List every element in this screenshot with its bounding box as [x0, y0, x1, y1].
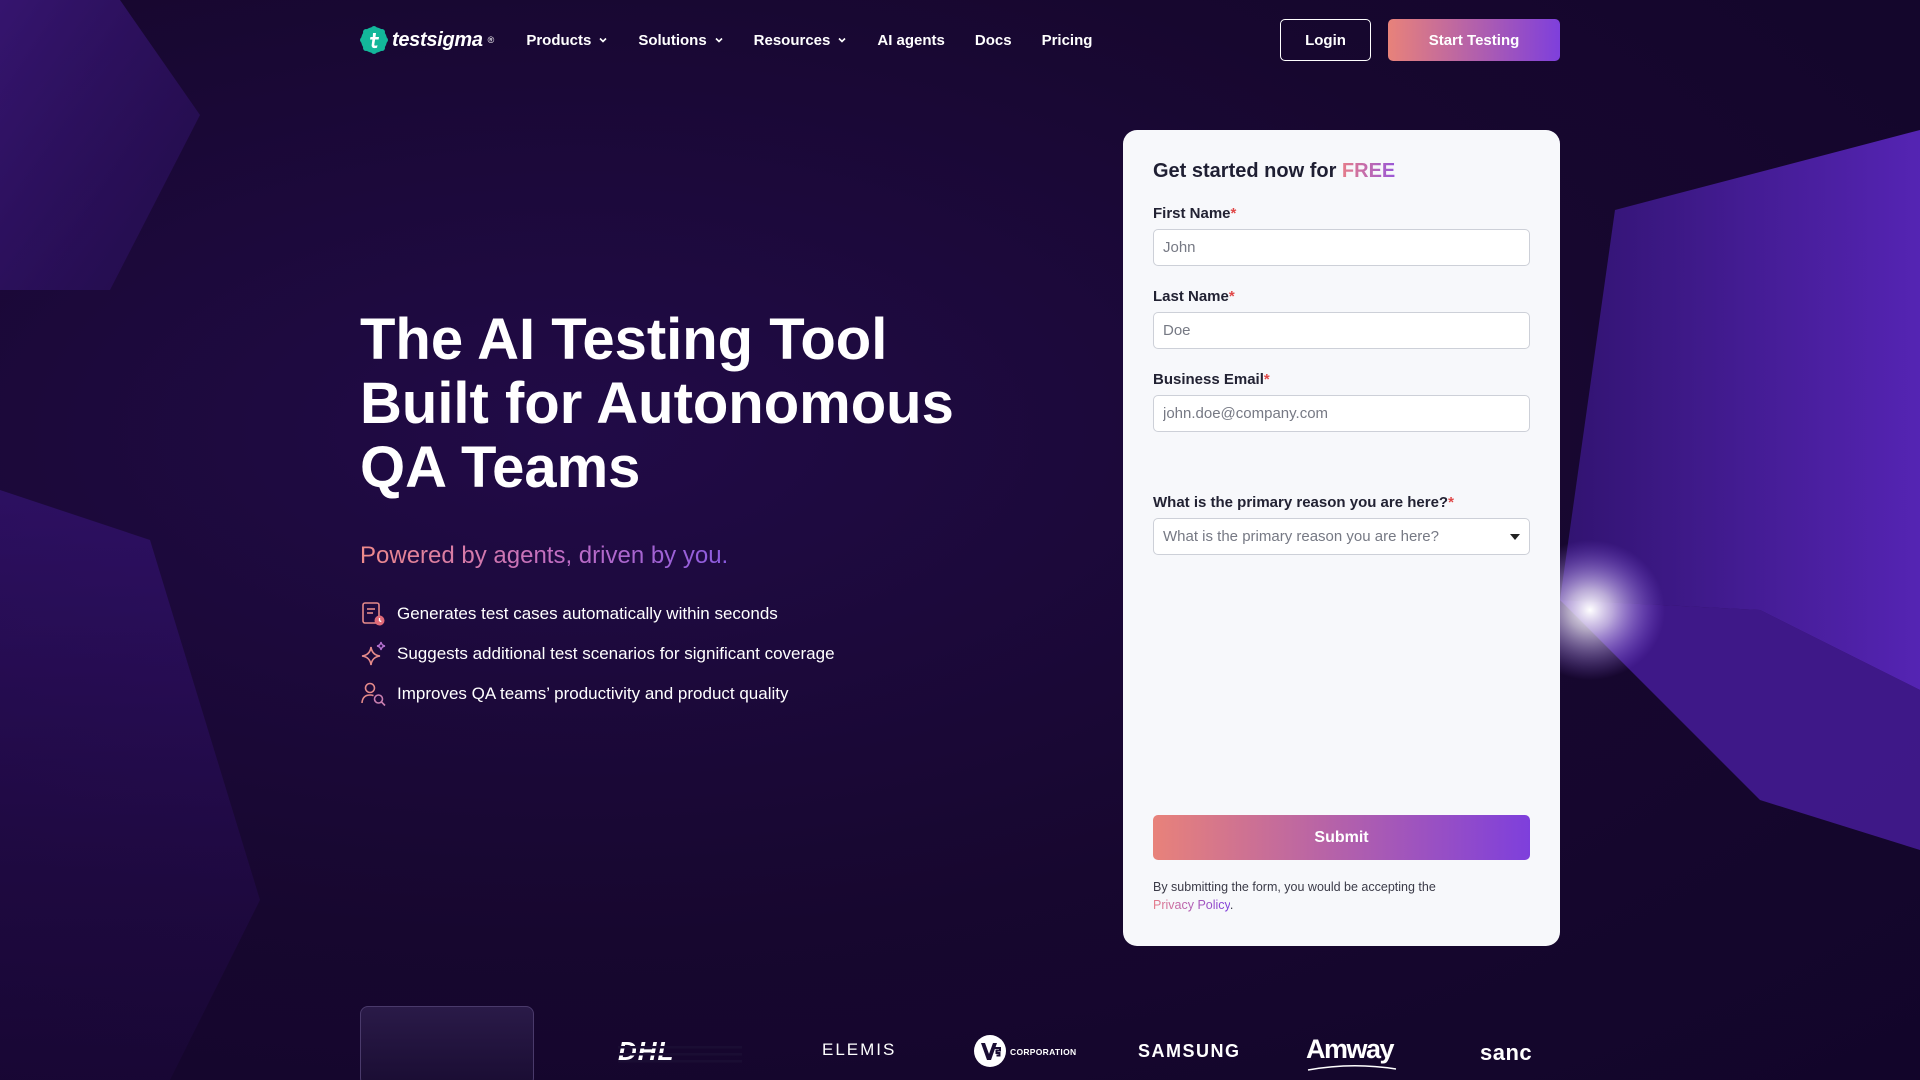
- vf-logo-icon: [974, 1035, 1006, 1067]
- nav-item-label: Docs: [974, 31, 1012, 49]
- nav-item-label: Resources: [753, 31, 831, 49]
- testsigma-logo-icon: [360, 26, 388, 54]
- feature-list: Generates test cases automatically withi…: [360, 600, 1020, 708]
- first-name-input[interactable]: [1153, 229, 1530, 266]
- last-name-field-group: Last Name*: [1153, 288, 1530, 349]
- form-title-highlight: FREE: [1341, 160, 1396, 182]
- sparkles-icon: [361, 641, 386, 666]
- dhl-stripes-icon: [618, 1046, 742, 1063]
- first-name-label: First Name*: [1153, 205, 1237, 222]
- nav-item-label: Pricing: [1041, 31, 1093, 49]
- required-mark: *: [1228, 288, 1235, 305]
- samsung-logo: SAMSUNG: [1138, 1041, 1241, 1061]
- nav-item-resources[interactable]: Resources: [754, 32, 848, 49]
- main-menu: Products Solutions Resources AI agents D…: [526, 32, 1092, 49]
- feature-text: Suggests additional test scenarios for s…: [397, 644, 835, 663]
- feature-text: Generates test cases automatically withi…: [397, 604, 778, 623]
- form-title-prefix: Get started now for: [1153, 160, 1342, 182]
- signup-form: Get started now for FREE First Name* Las…: [1123, 130, 1560, 946]
- nav-item-ai-agents[interactable]: AI agents: [877, 32, 945, 49]
- feature-item: Generates test cases automatically withi…: [360, 600, 1020, 628]
- required-mark: *: [1263, 371, 1270, 388]
- reason-field-group: What is the primary reason you are here?…: [1153, 494, 1530, 555]
- start-testing-button[interactable]: Start Testing: [1388, 19, 1560, 61]
- nav-item-docs[interactable]: Docs: [975, 32, 1012, 49]
- submit-button[interactable]: Submit: [1153, 815, 1530, 860]
- feature-text: Improves QA teams’ productivity and prod…: [397, 684, 789, 703]
- chevron-down-icon: [838, 37, 846, 43]
- nav-item-pricing[interactable]: Pricing: [1042, 32, 1093, 49]
- nav-actions: Login Start Testing: [1280, 19, 1560, 61]
- customer-logos: DHL ELEMIS CORPORATION SAMSUNG Amway san…: [360, 1006, 1533, 1080]
- last-name-label: Last Name*: [1153, 288, 1235, 305]
- caret-down-icon: [1510, 534, 1520, 540]
- chevron-down-icon: [715, 37, 723, 43]
- vf-corporation-logo: CORPORATION: [1010, 1047, 1077, 1057]
- hero-tagline: Powered by agents, driven by you.: [360, 542, 729, 569]
- last-name-input[interactable]: [1153, 312, 1530, 349]
- reason-select-value: What is the primary reason you are here?: [1153, 518, 1530, 555]
- nav-item-label: Solutions: [638, 31, 707, 49]
- first-name-field-group: First Name*: [1153, 205, 1530, 266]
- disclaimer-text: By submitting the form, you would be acc…: [1153, 880, 1436, 894]
- reason-select[interactable]: What is the primary reason you are here?: [1153, 518, 1530, 555]
- registered-mark: ®: [487, 35, 495, 45]
- required-mark: *: [1230, 205, 1237, 222]
- amway-logo: Amway: [1306, 1034, 1395, 1064]
- email-field-group: Business Email*: [1153, 371, 1530, 432]
- privacy-policy-link[interactable]: Privacy Policy: [1153, 898, 1230, 912]
- feature-item: Suggests additional test scenarios for s…: [360, 640, 1020, 668]
- email-label: Business Email*: [1153, 371, 1270, 388]
- feature-item: Improves QA teams’ productivity and prod…: [360, 680, 1020, 708]
- user-search-icon: [361, 682, 386, 707]
- partial-brand-logo: sanc: [1480, 1040, 1533, 1065]
- hero-title: The AI Testing Tool Built for Autonomous…: [360, 307, 954, 500]
- chevron-down-icon: [599, 37, 607, 43]
- nav-item-label: Products: [526, 31, 592, 49]
- brand-logo[interactable]: testsigma ®: [360, 26, 494, 54]
- reason-label: What is the primary reason you are here?…: [1153, 494, 1454, 511]
- elemis-logo: ELEMIS: [822, 1040, 897, 1059]
- top-navigation: testsigma ® Products Solutions Resources…: [360, 19, 1560, 61]
- nav-item-products[interactable]: Products: [526, 32, 608, 49]
- required-mark: *: [1448, 494, 1454, 511]
- nav-item-solutions[interactable]: Solutions: [638, 32, 723, 49]
- hero-section: The AI Testing Tool Built for Autonomous…: [360, 308, 1020, 708]
- disclaimer-suffix: .: [1229, 898, 1234, 912]
- login-button[interactable]: Login: [1280, 19, 1371, 61]
- brand-name: testsigma: [392, 28, 483, 51]
- business-email-input[interactable]: [1153, 395, 1530, 432]
- amway-swoosh-icon: [1307, 1065, 1397, 1071]
- form-disclaimer: By submitting the form, you would be acc…: [1153, 878, 1530, 914]
- form-title: Get started now for FREE: [1153, 160, 1530, 183]
- featured-logo-card: [360, 1006, 534, 1080]
- document-clock-icon: [362, 602, 385, 626]
- nav-item-label: AI agents: [877, 31, 945, 49]
